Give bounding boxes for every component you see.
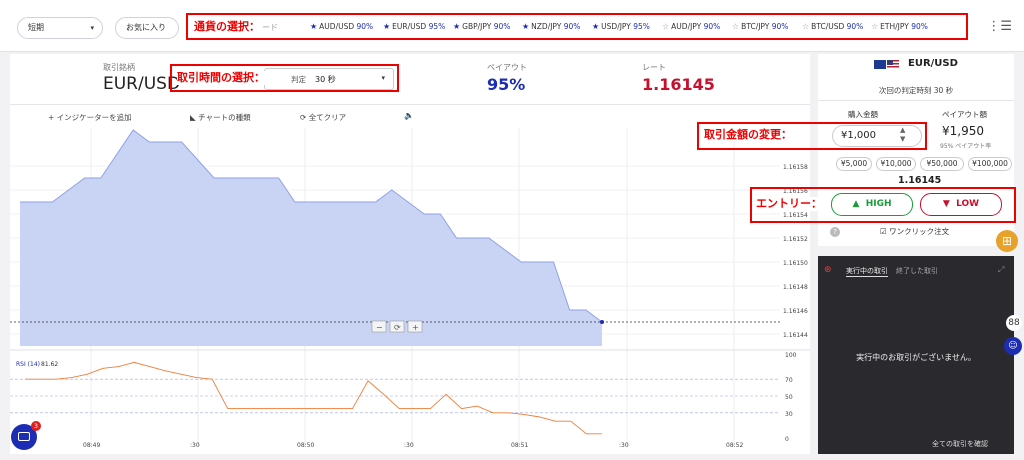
zoom-out-icon-glyph: − xyxy=(376,323,383,332)
amount-label: 購入金額 xyxy=(848,110,878,119)
chart-panel: 取引銘柄 EUR/USD 判定 30 秒 ▾ ペイアウト 95% レート 1.1… xyxy=(10,54,810,454)
entry-annotation-label: エントリー： xyxy=(756,197,822,211)
current-point xyxy=(600,320,604,324)
rsi-tick-label: 30 xyxy=(785,411,793,418)
rate-label: レート xyxy=(642,63,666,72)
divider xyxy=(10,104,810,105)
expand-icon[interactable]: ⤢ xyxy=(998,265,1004,275)
add-indicator-button[interactable]: + インジケーターを追加 xyxy=(48,112,132,123)
support-bot-icon[interactable]: ☺ xyxy=(1004,337,1022,355)
no-trades-message: 実行中のお取引がございません。 xyxy=(856,353,976,362)
amount-preset-button[interactable]: ¥5,000 xyxy=(836,157,872,171)
x-tick-label: 08:50 xyxy=(297,442,314,449)
payout-rate-note: 95% ペイアウト率 xyxy=(940,143,992,150)
chevron-down-icon: ▾ xyxy=(90,24,94,32)
trades-icon: ⊛ xyxy=(824,265,832,275)
rsi-tick-label: 100 xyxy=(785,352,797,359)
chat-icon xyxy=(18,432,30,441)
clear-all-label: 全てクリア xyxy=(308,113,347,122)
favorites-select-value: お気に入り xyxy=(126,23,166,32)
rsi-value: 81.62 xyxy=(41,361,58,368)
order-symbol: EUR/USD xyxy=(908,58,958,69)
eu-us-flag-icon xyxy=(874,60,900,70)
currency-annotation-label: 通貨の選択： xyxy=(194,20,260,34)
payout-amount-label: ペイアウト額 xyxy=(942,110,987,119)
refresh-icon: ⟳ xyxy=(300,113,307,122)
tab-closed-trades[interactable]: 終了した取引 xyxy=(896,266,938,276)
payout-value: 95% xyxy=(487,75,526,94)
x-tick-label: 08:49 xyxy=(83,442,100,449)
arrow-down-icon: ▼ xyxy=(942,199,950,209)
checkbox-icon: ☑ xyxy=(880,227,887,236)
chart-type-button[interactable]: ◣ チャートの種類 xyxy=(190,112,251,123)
sound-icon[interactable]: 🔈 xyxy=(404,111,414,120)
rsi-tick-label: 70 xyxy=(785,377,793,384)
confirm-all-link[interactable]: 全ての取引を確認 xyxy=(932,439,988,449)
period-select[interactable]: 短期 ▾ xyxy=(17,17,103,39)
order-rate: 1.16145 xyxy=(898,175,942,186)
x-tick-label: 08:52 xyxy=(726,442,743,449)
rsi-line xyxy=(25,361,602,435)
amount-annotation-label: 取引金額の変更： xyxy=(704,128,792,142)
currency-annotation-box xyxy=(186,13,968,40)
rsi-tick-label: 0 xyxy=(785,436,789,443)
low-button[interactable]: ▼ LOW xyxy=(920,193,1002,216)
period-select-value: 短期 xyxy=(28,23,44,32)
price-chart[interactable]: 1.161581.161561.161541.161521.161501.161… xyxy=(10,128,810,454)
stepper-icon[interactable]: ▲ ▼ xyxy=(900,126,905,144)
y-tick-label: 1.16144 xyxy=(783,332,808,339)
time-annotation-label: 取引時間の選択： xyxy=(177,71,265,85)
y-tick-label: 1.16152 xyxy=(783,236,808,243)
chat-badge: 3 xyxy=(31,421,41,431)
amount-input[interactable]: ¥1,000 ▲ ▼ xyxy=(832,125,922,147)
payout-label: ペイアウト xyxy=(487,63,527,72)
x-tick-label: 08:51 xyxy=(511,442,528,449)
y-tick-label: 1.16158 xyxy=(783,164,808,171)
payout-amount-value: ¥1,950 xyxy=(942,124,984,138)
info-icon[interactable]: ? xyxy=(830,227,840,237)
tab-active-trades[interactable]: 実行中の取引 xyxy=(846,266,888,277)
x-tick-label: :30 xyxy=(404,442,414,449)
arrow-up-icon: ▲ xyxy=(852,199,860,209)
y-tick-label: 1.16146 xyxy=(783,308,808,315)
chart-type-icon: ◣ xyxy=(190,113,196,122)
x-tick-label: :30 xyxy=(190,442,200,449)
symbol-name: EUR/USD xyxy=(103,74,181,94)
widget-icon[interactable]: 88 xyxy=(1006,315,1022,331)
oneclick-label: ワンクリック注文 xyxy=(889,227,950,236)
hamburger-menu-icon[interactable]: ⋮☰ xyxy=(987,19,1012,34)
rsi-tick-label: 50 xyxy=(785,394,793,401)
symbol-label: 取引銘柄 xyxy=(103,63,135,72)
x-tick-label: :30 xyxy=(619,442,629,449)
gift-icon[interactable]: ⊞ xyxy=(996,230,1018,252)
clear-all-button[interactable]: ⟳ 全てクリア xyxy=(300,112,346,123)
amount-preset-button[interactable]: ¥100,000 xyxy=(968,157,1012,171)
rsi-label: RSI (14) xyxy=(16,361,40,368)
y-tick-label: 1.16148 xyxy=(783,284,808,291)
amount-preset-button[interactable]: ¥10,000 xyxy=(876,157,916,171)
chart-type-label: チャートの種類 xyxy=(198,113,251,122)
oneclick-toggle[interactable]: ☑ ワンクリック注文 xyxy=(880,226,949,237)
rate-value: 1.16145 xyxy=(642,75,715,94)
high-button[interactable]: ▲ HIGH xyxy=(831,193,913,216)
reset-zoom-icon-glyph: ⟳ xyxy=(394,323,401,332)
low-label: LOW xyxy=(956,199,980,209)
high-label: HIGH xyxy=(865,199,892,209)
zoom-in-icon-glyph: + xyxy=(412,323,419,332)
amount-preset-button[interactable]: ¥50,000 xyxy=(920,157,964,171)
next-judgement: 次回の判定時刻 30 秒 xyxy=(878,86,954,95)
favorites-select[interactable]: お気に入り xyxy=(115,17,179,39)
amount-input-value: ¥1,000 xyxy=(841,130,876,141)
trades-panel: ⊛ 実行中の取引 終了した取引 ⤢ 実行中のお取引がございません。 全ての取引を… xyxy=(818,256,1014,454)
y-tick-label: 1.16150 xyxy=(783,260,808,267)
divider xyxy=(818,100,1014,101)
